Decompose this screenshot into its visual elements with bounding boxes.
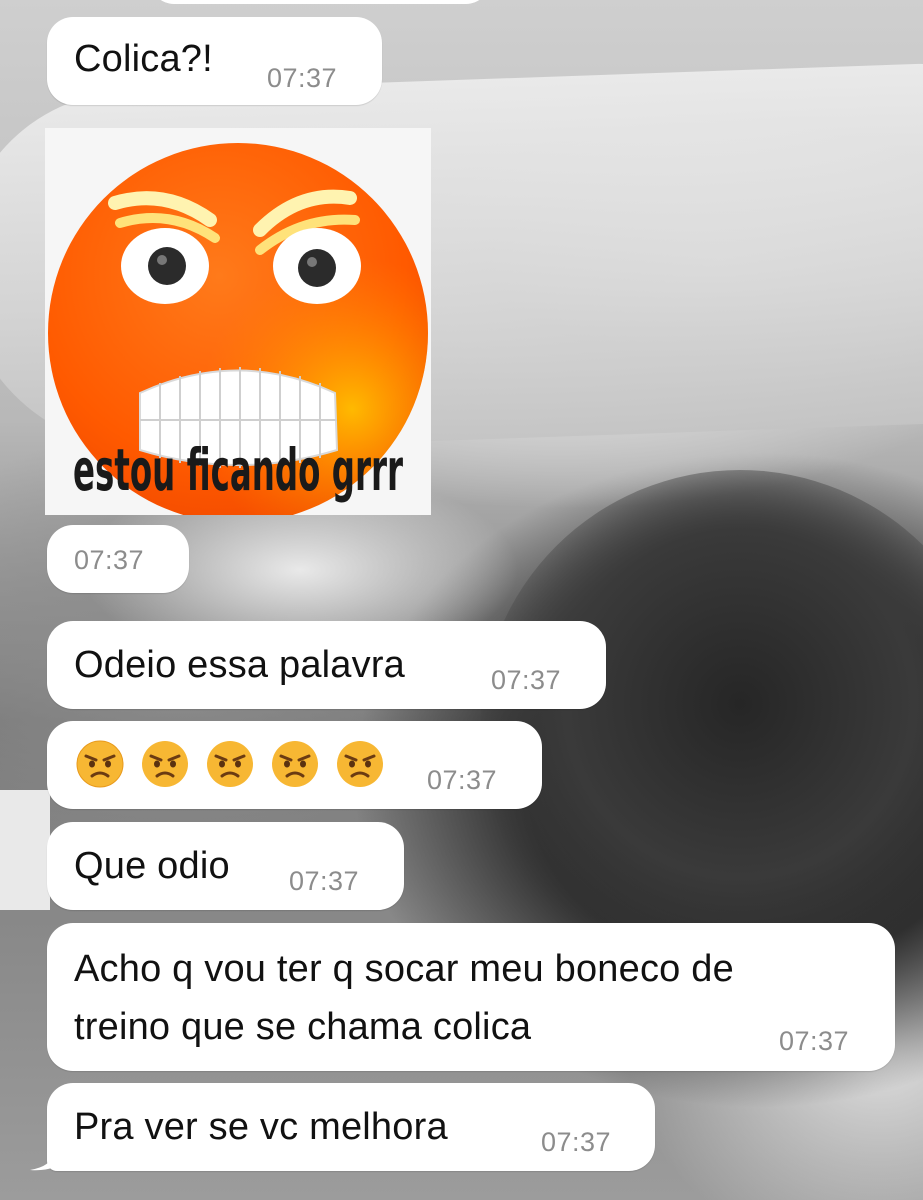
message-text: Colica?! bbox=[74, 38, 213, 80]
message-text: Pra ver se vc melhora bbox=[74, 1106, 448, 1148]
message-bubble[interactable]: Pra ver se vc melhora 07:37 bbox=[47, 1083, 655, 1171]
previous-message-edge bbox=[150, 0, 490, 4]
message-time: 07:37 bbox=[74, 545, 145, 575]
message-bubble[interactable]: Odeio essa palavra 07:37 bbox=[47, 621, 606, 709]
message-bubble[interactable]: 07:37 bbox=[47, 721, 542, 809]
message-bubble[interactable]: Que odio 07:37 bbox=[47, 822, 404, 910]
message-text: Odeio essa palavra bbox=[74, 644, 406, 686]
emoji-row bbox=[75, 739, 385, 789]
message-time: 07:37 bbox=[779, 1026, 850, 1056]
message-time: 07:37 bbox=[289, 866, 360, 896]
message-time: 07:37 bbox=[267, 63, 338, 93]
angry-face-sticker-icon: estou ficando grrr bbox=[48, 143, 428, 515]
message-text-line-2: treino que se chama colica bbox=[74, 1006, 532, 1048]
message-bubble[interactable]: 07:37 bbox=[47, 525, 189, 593]
angry-face-icon bbox=[337, 741, 383, 787]
sticker-caption: estou ficando grrr bbox=[73, 436, 403, 504]
message-bubble[interactable]: Colica?! 07:37 bbox=[47, 17, 382, 105]
message-text-line-1: Acho q vou ter q socar meu boneco de bbox=[74, 948, 734, 990]
message-time: 07:37 bbox=[491, 665, 562, 695]
sticker-message[interactable]: estou ficando grrr bbox=[45, 128, 431, 515]
angry-face-icon bbox=[142, 741, 188, 787]
message-time: 07:37 bbox=[541, 1127, 612, 1157]
angry-face-icon bbox=[207, 741, 253, 787]
message-text: Que odio bbox=[74, 845, 230, 887]
message-bubble[interactable]: Acho q vou ter q socar meu boneco de tre… bbox=[47, 923, 895, 1071]
message-time: 07:37 bbox=[427, 765, 498, 795]
bubble-tail bbox=[30, 1140, 70, 1171]
angry-face-icon bbox=[76, 740, 124, 788]
angry-face-icon bbox=[272, 741, 318, 787]
